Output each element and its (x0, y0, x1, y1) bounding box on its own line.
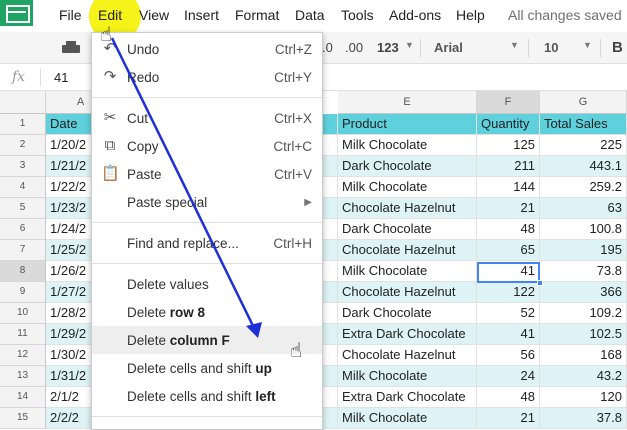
arrow-head (246, 322, 262, 338)
annotation-arrow (110, 37, 262, 338)
arrow-line (110, 37, 257, 331)
hand-cursor-icon: ☝ (290, 340, 303, 362)
hand-cursor-icon: ☝ (100, 24, 113, 46)
